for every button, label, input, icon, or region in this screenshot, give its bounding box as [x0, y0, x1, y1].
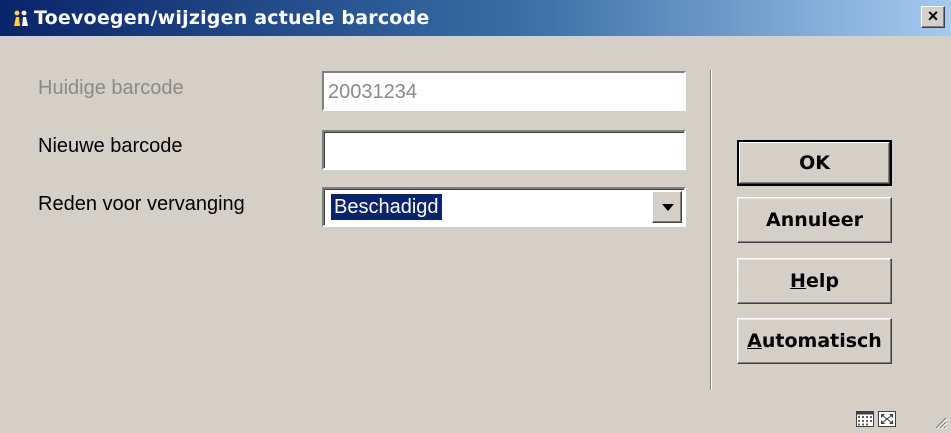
reason-label: Reden voor vervanging: [38, 193, 245, 215]
close-button[interactable]: ×: [921, 6, 945, 28]
current-barcode-label: Huidige barcode: [38, 77, 184, 99]
close-icon: ×: [927, 6, 939, 26]
ok-button-label: OK: [799, 152, 830, 174]
calendar-icon[interactable]: [856, 411, 874, 427]
dialog-window: Toevoegen/wijzigen actuele barcode × Hui…: [0, 0, 951, 433]
automatic-button-label: utomatisch: [761, 330, 882, 352]
current-barcode-field: 20031234: [322, 71, 686, 111]
ok-button[interactable]: OK: [737, 140, 892, 186]
vertical-divider: [710, 70, 712, 390]
automatic-button[interactable]: Automatisch: [737, 318, 892, 364]
help-button-label: elp: [805, 270, 839, 292]
current-barcode-value: 20031234: [324, 73, 684, 109]
reason-select[interactable]: Beschadigd: [322, 187, 686, 227]
resize-grip-icon[interactable]: [933, 415, 947, 429]
new-barcode-label: Nieuwe barcode: [38, 135, 183, 157]
new-barcode-input[interactable]: [322, 130, 686, 170]
dropdown-arrow-icon[interactable]: [652, 191, 682, 223]
help-button[interactable]: Help: [737, 258, 892, 304]
reason-selected-value: Beschadigd: [331, 194, 442, 220]
app-icon: [14, 10, 28, 26]
cancel-button-label: Annuleer: [766, 209, 863, 231]
cancel-button[interactable]: Annuleer: [737, 197, 892, 243]
window-title: Toevoegen/wijzigen actuele barcode: [34, 7, 430, 29]
title-bar[interactable]: Toevoegen/wijzigen actuele barcode ×: [0, 0, 951, 36]
maximize-icon[interactable]: [878, 411, 896, 427]
automatic-button-mnemonic: A: [747, 330, 762, 352]
help-button-mnemonic: H: [790, 270, 806, 292]
